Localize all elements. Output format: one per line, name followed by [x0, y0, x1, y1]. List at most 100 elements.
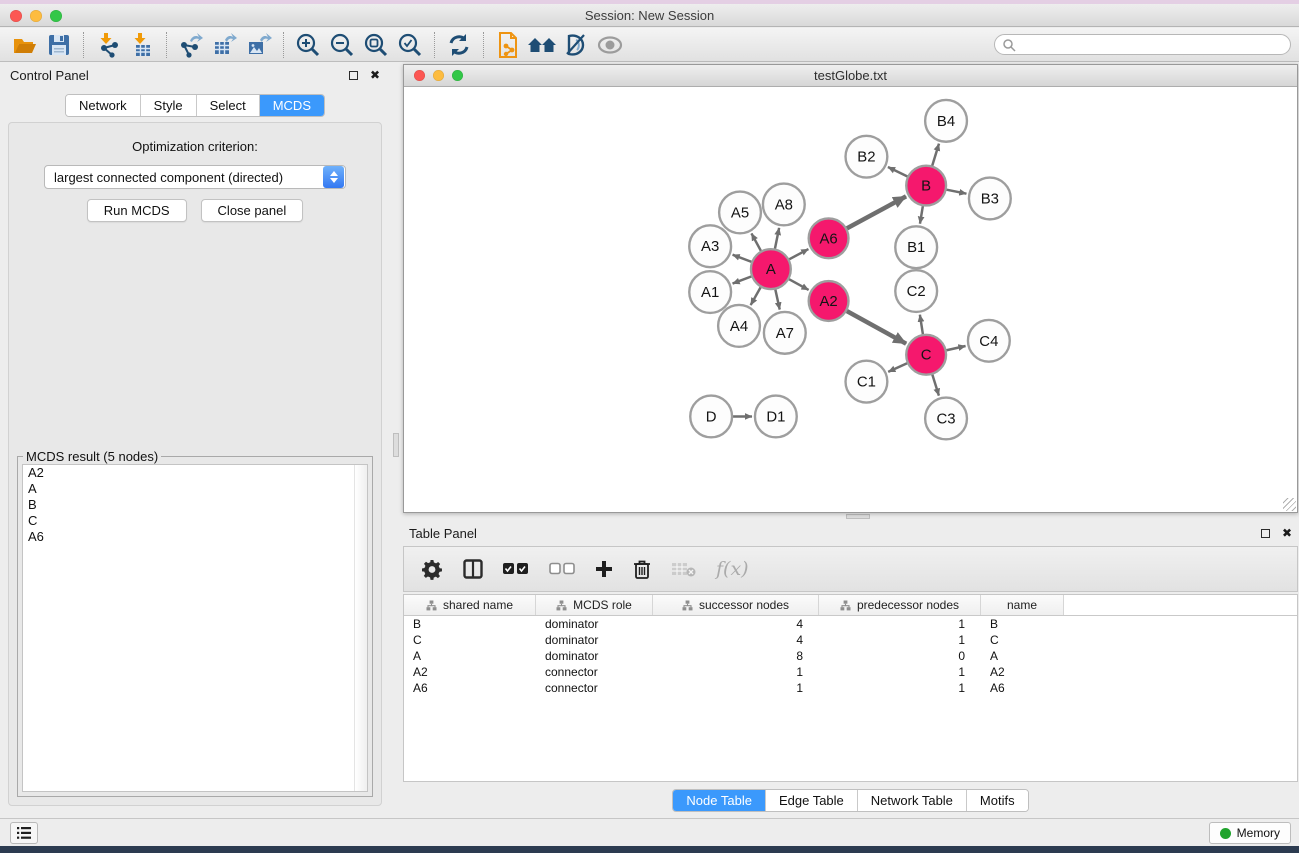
graph-node-C1[interactable]: C1	[846, 361, 888, 403]
home-button[interactable]	[525, 30, 559, 60]
mcds-result-list[interactable]: A2ABCA6	[22, 464, 368, 792]
mcds-tab-content: Optimization criterion: largest connecte…	[8, 122, 382, 806]
graph-node-A5[interactable]: A5	[719, 192, 761, 234]
import-table-button[interactable]	[125, 30, 159, 60]
close-panel-icon[interactable]: ✖	[370, 71, 380, 80]
main-titlebar: Session: New Session	[0, 4, 1299, 27]
tab-style[interactable]: Style	[141, 95, 197, 116]
save-session-button[interactable]	[42, 30, 76, 60]
table-row[interactable]: Bdominator41B	[404, 616, 1297, 632]
zoom-fit-button[interactable]	[359, 30, 393, 60]
result-item[interactable]: A	[23, 481, 367, 497]
graph-edge-A6-B[interactable]	[841, 196, 906, 231]
tab-network[interactable]: Network	[66, 95, 141, 116]
table-row[interactable]: Cdominator41C	[404, 632, 1297, 648]
close-panel-button[interactable]: Close panel	[201, 199, 304, 222]
add-column-button[interactable]	[595, 560, 613, 578]
refresh-button[interactable]	[442, 30, 476, 60]
graph-edge-A2-C[interactable]	[841, 308, 906, 344]
graph-node-A[interactable]: A	[751, 249, 791, 289]
column-selector-button[interactable]	[463, 559, 483, 579]
memory-button[interactable]: Memory	[1209, 822, 1291, 844]
float-table-panel-icon[interactable]	[1261, 529, 1270, 538]
network-canvas[interactable]: A A1 A2 A3 A4 A5 A6 A7 A8 B B1 B2 B3 B4 C C1 C2 C3 C4 D D1	[404, 88, 1297, 512]
delete-column-button[interactable]	[633, 559, 651, 579]
result-item[interactable]: B	[23, 497, 367, 513]
export-network-button[interactable]	[174, 30, 208, 60]
graph-node-B2[interactable]: B2	[846, 136, 888, 178]
graph-node-A7[interactable]: A7	[764, 312, 806, 354]
network-from-file-button[interactable]	[491, 30, 525, 60]
birdseye-view-button[interactable]	[593, 30, 627, 60]
splitpane-vertical-handle[interactable]	[393, 433, 399, 457]
criterion-dropdown[interactable]: largest connected component (directed)	[44, 165, 346, 189]
graph-node-A1[interactable]: A1	[689, 271, 731, 313]
run-mcds-button[interactable]: Run MCDS	[87, 199, 187, 222]
search-field[interactable]	[994, 34, 1291, 55]
graph-node-C4[interactable]: C4	[968, 320, 1010, 362]
plus-icon	[595, 560, 613, 578]
table-row[interactable]: A6connector11A6	[404, 680, 1297, 696]
cell-predecessor-nodes: 1	[819, 681, 981, 695]
close-table-panel-icon[interactable]: ✖	[1282, 529, 1292, 538]
result-list-scrollbar[interactable]	[354, 465, 367, 791]
tab-motifs[interactable]: Motifs	[967, 790, 1028, 811]
table-row[interactable]: A2connector11A2	[404, 664, 1297, 680]
graph-node-B3[interactable]: B3	[969, 178, 1011, 220]
graphics-details-icon	[563, 32, 589, 58]
select-all-button[interactable]	[503, 562, 529, 576]
tab-select[interactable]: Select	[197, 95, 260, 116]
graph-node-B[interactable]: B	[906, 166, 946, 206]
result-item[interactable]: A6	[23, 529, 367, 545]
window-resize-grip[interactable]	[1283, 498, 1296, 511]
cell-shared-name: C	[404, 633, 536, 647]
graph-node-A8[interactable]: A8	[763, 184, 805, 226]
node-table[interactable]: shared nameMCDS rolesuccessor nodesprede…	[403, 594, 1298, 782]
table-settings-button[interactable]	[422, 559, 443, 580]
table-row[interactable]: Adominator80A	[404, 648, 1297, 664]
optimization-criterion-label: Optimization criterion:	[9, 139, 381, 154]
result-item[interactable]: C	[23, 513, 367, 529]
toggle-graphics-details-button[interactable]	[559, 30, 593, 60]
graph-node-B1[interactable]: B1	[895, 226, 937, 268]
graph-node-C2[interactable]: C2	[895, 270, 937, 312]
export-table-button[interactable]	[208, 30, 242, 60]
float-panel-icon[interactable]	[349, 71, 358, 80]
control-panel-title: Control Panel	[10, 68, 89, 83]
column-header-successor-nodes[interactable]: successor nodes	[653, 595, 819, 615]
tab-node-table[interactable]: Node Table	[673, 790, 766, 811]
zoom-out-button[interactable]	[325, 30, 359, 60]
column-header-MCDS-role[interactable]: MCDS role	[536, 595, 653, 615]
column-header-predecessor-nodes[interactable]: predecessor nodes	[819, 595, 981, 615]
import-network-button[interactable]	[91, 30, 125, 60]
cell-name: A6	[981, 681, 1064, 695]
graph-node-D[interactable]: D	[690, 396, 732, 438]
export-image-button[interactable]	[242, 30, 276, 60]
tab-edge-table[interactable]: Edge Table	[766, 790, 858, 811]
graph-node-A6[interactable]: A6	[809, 218, 849, 258]
graph-node-A2[interactable]: A2	[809, 281, 849, 321]
deselect-all-button[interactable]	[549, 562, 575, 576]
splitpane-horizontal-handle[interactable]	[846, 514, 870, 519]
tab-network-table[interactable]: Network Table	[858, 790, 967, 811]
graph-node-A3[interactable]: A3	[689, 225, 731, 267]
graph-node-D1[interactable]: D1	[755, 396, 797, 438]
column-header-name[interactable]: name	[981, 595, 1064, 615]
import-table-icon	[129, 32, 155, 58]
svg-text:B3: B3	[981, 190, 999, 207]
column-header-shared-name[interactable]: shared name	[404, 595, 536, 615]
graph-node-B4[interactable]: B4	[925, 100, 967, 142]
svg-text:C4: C4	[979, 333, 998, 350]
open-session-button[interactable]	[8, 30, 42, 60]
task-history-button[interactable]	[10, 822, 38, 844]
graph-node-C3[interactable]: C3	[925, 398, 967, 440]
zoom-selected-button[interactable]	[393, 30, 427, 60]
graph-node-A4[interactable]: A4	[718, 305, 760, 347]
result-item[interactable]: A2	[23, 465, 367, 481]
zoom-in-button[interactable]	[291, 30, 325, 60]
tab-mcds[interactable]: MCDS	[260, 95, 324, 116]
memory-label: Memory	[1237, 826, 1280, 840]
cell-predecessor-nodes: 1	[819, 665, 981, 679]
graph-node-C[interactable]: C	[906, 335, 946, 375]
search-input[interactable]	[1016, 36, 1290, 53]
